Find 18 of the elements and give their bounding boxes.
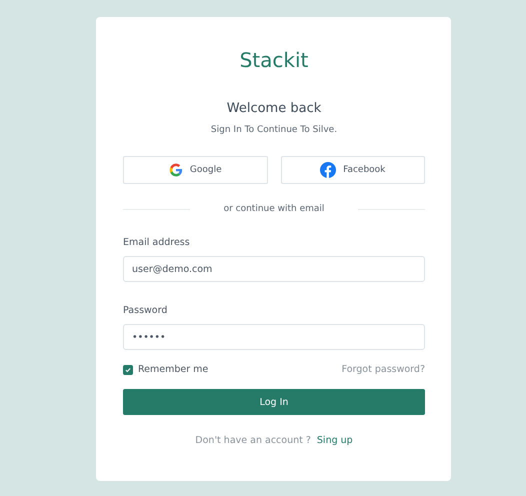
google-button[interactable]: Google	[123, 156, 268, 184]
remember-checkbox[interactable]	[123, 364, 133, 374]
signup-prompt: Don't have an account ?	[195, 435, 311, 446]
google-icon	[168, 163, 183, 177]
heading: Welcome back	[226, 101, 322, 117]
remember-label: Remember me	[138, 364, 208, 375]
signup-link[interactable]: Sing up	[316, 435, 353, 446]
checkmark-icon	[125, 366, 131, 372]
input-field[interactable]: ••••••	[123, 324, 425, 350]
input-field[interactable]: user@demo.com	[123, 256, 425, 282]
facebook-icon	[320, 162, 336, 178]
subtitle: Sign In To Continue To Silve.	[210, 124, 338, 136]
facebook-button[interactable]: Facebook	[280, 156, 425, 184]
divider-text: or continue with email	[224, 204, 324, 214]
login-button[interactable]: Log In	[123, 389, 425, 415]
field-label: Password	[123, 304, 168, 318]
field-label: Email address	[123, 236, 190, 250]
brand-logo: Stackit	[238, 47, 310, 74]
